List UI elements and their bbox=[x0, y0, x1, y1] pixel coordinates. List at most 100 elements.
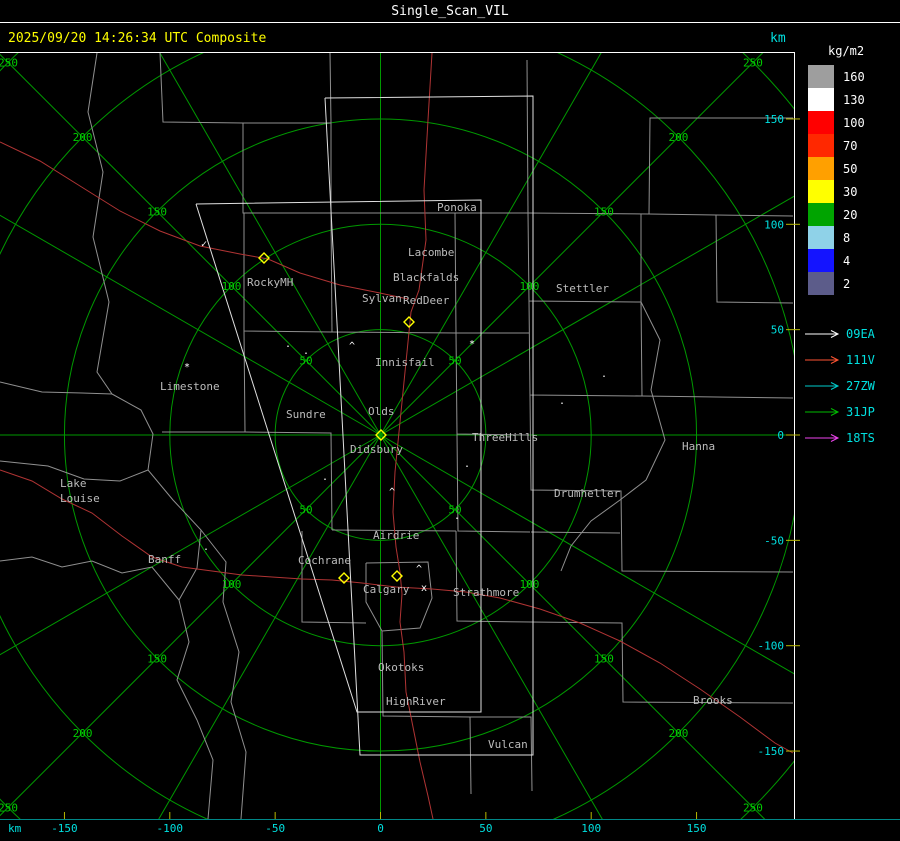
radar-arrow-icon bbox=[805, 330, 840, 338]
storm-marker: . bbox=[454, 511, 460, 522]
county-boundary bbox=[456, 433, 531, 533]
range-label: 100 bbox=[520, 578, 540, 591]
place-label: Sundre bbox=[286, 408, 326, 421]
county-boundary bbox=[529, 394, 794, 573]
place-label: Calgary bbox=[363, 583, 410, 596]
colorbar-entry: 160 bbox=[800, 65, 900, 88]
colorbar-swatch bbox=[808, 111, 834, 134]
colorbar-value: 2 bbox=[843, 276, 851, 291]
place-label: Hanna bbox=[682, 440, 715, 453]
range-spoke bbox=[0, 214, 381, 436]
place-label: Okotoks bbox=[378, 661, 424, 674]
range-spoke bbox=[158, 434, 381, 819]
range-spoke bbox=[0, 434, 381, 817]
range-label: 50 bbox=[448, 355, 461, 368]
radar-app-window: Single_Scan_VIL 2025/09/20 14:26:34 UTC … bbox=[0, 0, 900, 841]
colorbar-value: 30 bbox=[843, 184, 858, 199]
storm-marker: ✓ bbox=[201, 239, 207, 250]
colorbar-entry: 20 bbox=[800, 203, 900, 226]
radar-legend-entry: 31JP bbox=[804, 399, 900, 425]
radar-site-marker[interactable] bbox=[403, 316, 415, 328]
county-boundary bbox=[454, 212, 529, 334]
range-label: 150 bbox=[147, 206, 167, 219]
place-label: Airdrie bbox=[373, 529, 419, 542]
colorbar-swatch bbox=[808, 88, 834, 111]
right-axis-label: 100 bbox=[764, 218, 784, 231]
radar-scan-extent bbox=[324, 95, 534, 756]
bottom-axis-label: -50 bbox=[265, 822, 285, 835]
colorbar-swatch bbox=[808, 180, 834, 203]
map-layers: 50 100 150 200 250 50 100 150 200 250 50 100 150 200 2… bbox=[0, 53, 794, 819]
county-boundary bbox=[87, 53, 113, 395]
place-label: RockyMH bbox=[247, 276, 293, 289]
storm-marker: ^ bbox=[389, 487, 395, 498]
place-label: Lake bbox=[60, 477, 87, 490]
radar-arrow-icon bbox=[805, 356, 840, 364]
colorbar-value: 130 bbox=[843, 92, 865, 107]
radar-arrow-icon bbox=[805, 382, 840, 390]
place-label: Olds bbox=[368, 405, 395, 418]
county-boundary bbox=[243, 213, 333, 333]
colorbar-value: 50 bbox=[843, 161, 858, 176]
county-boundary bbox=[111, 393, 214, 819]
bottom-axis-label: -100 bbox=[157, 822, 184, 835]
colorbar-swatch bbox=[808, 272, 834, 295]
storm-marker: . bbox=[601, 369, 607, 380]
place-label: ThreeHills bbox=[472, 431, 538, 444]
county-boundary bbox=[455, 530, 532, 623]
right-axis-label: 0 bbox=[777, 429, 784, 442]
place-label: Brooks bbox=[693, 694, 733, 707]
colorbar-entry: 100 bbox=[800, 111, 900, 134]
bottom-axis-label: -150 bbox=[51, 822, 78, 835]
right-axis-label: -150 bbox=[758, 745, 785, 758]
colorbar-unit-label: kg/m2 bbox=[828, 44, 865, 58]
place-label: Vulcan bbox=[488, 738, 528, 751]
county-boundary bbox=[528, 300, 643, 397]
bottom-axis-label: 150 bbox=[687, 822, 707, 835]
place-label: Cochrane bbox=[298, 554, 351, 567]
range-spoke bbox=[380, 195, 794, 436]
radar-legend-entry: 27ZW bbox=[804, 373, 900, 399]
storm-marker: x bbox=[421, 583, 427, 594]
place-label: Drumheller bbox=[554, 487, 621, 500]
storm-marker: * bbox=[184, 362, 190, 373]
county-boundary bbox=[159, 53, 430, 214]
colorbar-swatch bbox=[808, 134, 834, 157]
range-label: 150 bbox=[147, 652, 167, 665]
range-ring bbox=[0, 53, 794, 819]
colorbar-value: 100 bbox=[843, 115, 865, 130]
storm-marker: . bbox=[559, 396, 565, 407]
county-boundary bbox=[530, 531, 621, 534]
radar-legend-entry: 18TS bbox=[804, 425, 900, 451]
colorbar-value: 4 bbox=[843, 253, 851, 268]
colorbar: 160 130 100 70 50 30 20 8 4 2 bbox=[800, 65, 900, 295]
colorbar-swatch bbox=[808, 65, 834, 88]
storm-marker: . bbox=[285, 339, 291, 350]
range-spoke bbox=[380, 53, 764, 436]
bottom-axis-label: 100 bbox=[581, 822, 601, 835]
place-label: Lacombe bbox=[408, 246, 454, 259]
range-label: 150 bbox=[594, 652, 614, 665]
storm-marker: . bbox=[303, 346, 309, 357]
place-label: Strathmore bbox=[453, 586, 519, 599]
storm-marker: * bbox=[469, 339, 475, 350]
place-label: Louise bbox=[60, 492, 100, 505]
range-spoke bbox=[0, 53, 381, 436]
radar-id-label: 18TS bbox=[846, 431, 875, 445]
county-boundary bbox=[244, 431, 333, 531]
radar-id-label: 09EA bbox=[846, 327, 875, 341]
colorbar-entry: 50 bbox=[800, 157, 900, 180]
place-label: HighRiver bbox=[386, 695, 446, 708]
place-label: Limestone bbox=[160, 380, 220, 393]
highway-line bbox=[0, 469, 794, 754]
range-spoke bbox=[159, 53, 381, 436]
colorbar-swatch bbox=[808, 203, 834, 226]
highway-line bbox=[0, 141, 409, 300]
colorbar-entry: 2 bbox=[800, 272, 900, 295]
radar-map-canvas[interactable]: 5010015020025050100150200250501001502002… bbox=[0, 0, 900, 841]
range-label: 250 bbox=[743, 57, 763, 70]
radar-legend-entry: 09EA bbox=[804, 321, 900, 347]
place-label: Banff bbox=[148, 553, 181, 566]
right-axis-label: -100 bbox=[758, 640, 785, 653]
place-label: Didsbury bbox=[350, 443, 403, 456]
